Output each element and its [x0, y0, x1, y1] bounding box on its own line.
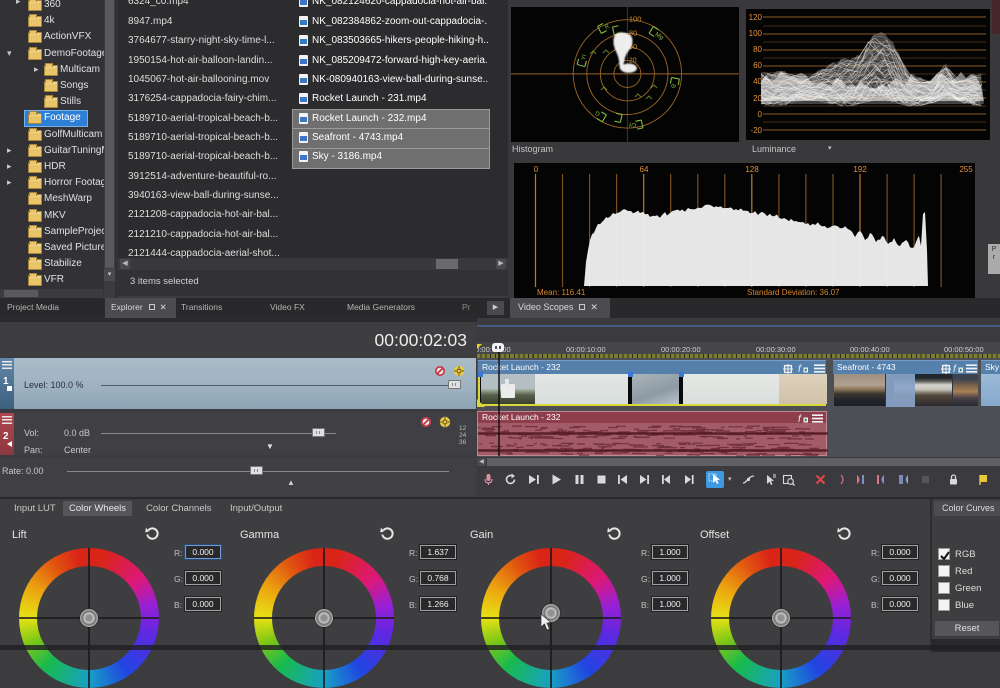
svg-text:Yl: Yl [581, 54, 588, 61]
svg-text:f: f [953, 364, 957, 374]
svg-text:60: 60 [753, 61, 762, 70]
svg-text:0: 0 [758, 110, 763, 119]
svg-text:f: f [798, 364, 802, 374]
svg-text:100: 100 [629, 15, 642, 24]
svg-text:R: R [604, 23, 611, 31]
svg-text:Mean: 116.41: Mean: 116.41 [537, 288, 586, 297]
svg-text:-20: -20 [750, 126, 762, 135]
svg-text:20: 20 [753, 94, 762, 103]
svg-text:B: B [669, 83, 676, 88]
svg-text:100: 100 [749, 29, 763, 38]
svg-text:192: 192 [853, 165, 867, 174]
svg-text:G: G [594, 109, 601, 117]
svg-text:Cy: Cy [628, 121, 636, 128]
svg-text:0: 0 [534, 165, 539, 174]
svg-text:Mg: Mg [654, 32, 664, 42]
svg-text:128: 128 [745, 165, 759, 174]
svg-text:20: 20 [629, 57, 637, 64]
svg-text:40: 40 [753, 77, 762, 86]
svg-text:64: 64 [640, 165, 649, 174]
svg-text:255: 255 [959, 165, 973, 174]
svg-text:Standard Deviation: 36.07: Standard Deviation: 36.07 [747, 288, 840, 297]
svg-text:120: 120 [749, 13, 763, 22]
svg-text:80: 80 [753, 45, 762, 54]
